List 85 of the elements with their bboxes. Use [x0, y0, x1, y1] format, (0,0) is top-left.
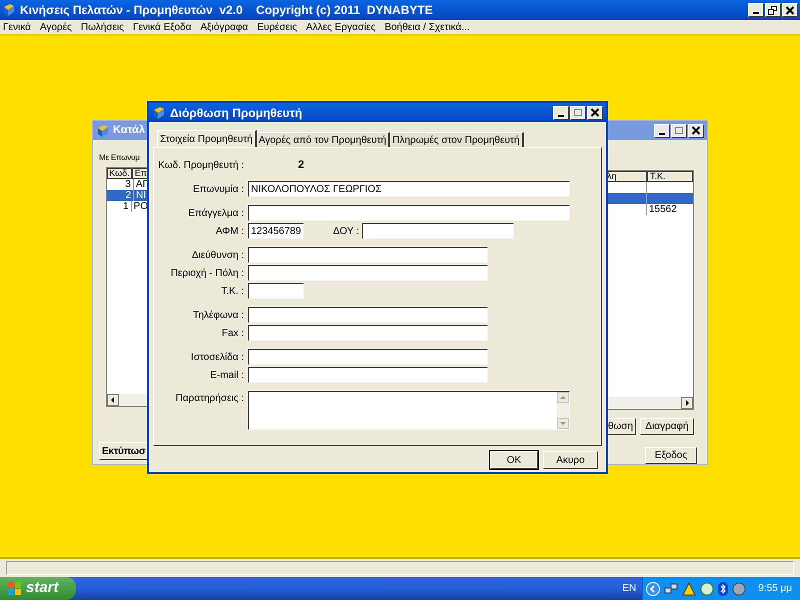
minimize-icon: [558, 114, 564, 116]
text-field[interactable]: 123456789: [248, 223, 304, 239]
language-indicator[interactable]: EN: [622, 581, 636, 596]
text-field[interactable]: [248, 367, 488, 383]
postcode-cell-text: 15562: [648, 204, 677, 215]
text-field[interactable]: [248, 265, 488, 281]
menu-item[interactable]: Βοήθεια / Σχετικά...: [384, 20, 470, 34]
text-field[interactable]: [248, 283, 304, 299]
text-field[interactable]: ΝΙΚΟΛΟΠΟΥΛΟΣ ΓΕΩΡΓΙΟΣ: [248, 181, 570, 197]
field-label: Επωνυμία :: [192, 182, 245, 196]
filter-label: Με Επωνυμ: [99, 152, 141, 164]
tab[interactable]: Στοιχεία Προμηθευτή: [157, 130, 257, 147]
field-label: Επάγγελμα :: [187, 206, 245, 220]
supplier-code: 2: [298, 158, 304, 173]
window-title: Διόρθωση Προμηθευτή: [170, 104, 302, 122]
text-field[interactable]: [248, 205, 570, 221]
bluetooth-icon[interactable]: [718, 582, 728, 596]
restore-icon: [768, 6, 778, 14]
windows-logo-icon: [8, 582, 22, 596]
text-field[interactable]: [362, 223, 514, 239]
warning-icon[interactable]: [682, 582, 696, 596]
field-label: Περιοχή - Πόλη :: [170, 266, 245, 280]
field-label: Fax :: [220, 326, 245, 340]
field-label: ΑΦΜ :: [214, 224, 245, 238]
menu-item[interactable]: Πωλήσεις: [80, 20, 124, 34]
close-icon: [691, 126, 701, 135]
text-field[interactable]: [248, 325, 488, 341]
chevron-icon[interactable]: [646, 582, 660, 596]
edit-button[interactable]: θωση: [606, 418, 636, 435]
restore-button[interactable]: [765, 3, 781, 17]
text-field[interactable]: [248, 307, 488, 323]
delete-button[interactable]: Διαγραφή: [640, 418, 694, 435]
maximize-icon: [674, 126, 684, 135]
tab[interactable]: Αγορές από τον Προμηθευτή: [256, 132, 390, 147]
code-cell: 1: [107, 201, 132, 212]
book-icon: [96, 124, 110, 138]
ok-button[interactable]: OK: [490, 451, 538, 469]
print-button[interactable]: Εκτύπωσ: [99, 442, 149, 460]
close-icon: [785, 6, 795, 14]
text-field[interactable]: [248, 247, 488, 263]
scrollbar[interactable]: [606, 397, 693, 409]
window-title: Κινήσεις Πελατών - Προμηθευτών v2.0 Copyright (c) 2011 DYNABYTE: [20, 2, 433, 19]
field-label: Κωδ. Προμηθευτή :: [157, 158, 245, 172]
column-header[interactable]: Τ.Κ.: [647, 171, 693, 182]
menu-item[interactable]: Αξιόγραφα: [200, 20, 248, 34]
name-cell-text: ΝΙ: [135, 190, 146, 201]
cancel-button[interactable]: Ακυρο: [543, 451, 598, 469]
minimize-icon: [659, 132, 665, 134]
minimize-button[interactable]: [553, 106, 569, 120]
menu-item[interactable]: Αγορές: [40, 20, 72, 34]
minimize-button[interactable]: [654, 124, 670, 138]
clock: 9:55 μμ: [758, 582, 792, 596]
minimize-button[interactable]: [748, 3, 764, 17]
tab[interactable]: Πληρωμές στον Προμηθευτή: [390, 132, 524, 147]
field-label: ΔΟΥ :: [332, 224, 360, 238]
minimize-icon: [753, 12, 759, 14]
field-label: Διεύθυνση :: [190, 248, 245, 262]
column-header[interactable]: Κωδ.: [107, 168, 132, 179]
menu-item[interactable]: Γενικά Εξοδα: [132, 20, 192, 34]
scrollbar[interactable]: [107, 394, 148, 406]
close-button[interactable]: [688, 124, 704, 138]
exit-button[interactable]: Εξοδος: [645, 447, 697, 464]
field-label: Τηλέφωνα :: [192, 308, 245, 322]
field-label: Παρατηρήσεις :: [174, 392, 245, 406]
maximize-icon: [573, 108, 583, 117]
window-title: Κατάλ: [113, 123, 145, 138]
name-cell-text: ΑΓ: [134, 179, 148, 190]
field-label: Τ.Κ. :: [220, 284, 245, 298]
code-cell: 2: [107, 190, 134, 201]
text-field[interactable]: [248, 349, 488, 365]
notes-field[interactable]: [248, 391, 570, 430]
field-label: Ιστοσελίδα :: [190, 350, 245, 364]
close-button[interactable]: [782, 3, 798, 17]
close-icon: [590, 108, 600, 117]
maximize-button[interactable]: [570, 106, 586, 120]
close-button[interactable]: [587, 106, 603, 120]
list-row[interactable]: 2 ΝΙ: [107, 190, 148, 201]
field-label: E-mail :: [209, 368, 245, 382]
network-icon[interactable]: [664, 582, 678, 596]
maximize-button[interactable]: [671, 124, 687, 138]
book-icon: [152, 106, 166, 120]
book-icon: [2, 3, 16, 17]
menu-item[interactable]: Γενικά: [3, 20, 31, 34]
menu-item[interactable]: Ευρέσεις: [257, 20, 298, 34]
menu-item[interactable]: Αλλες Εργασίες: [306, 20, 376, 34]
